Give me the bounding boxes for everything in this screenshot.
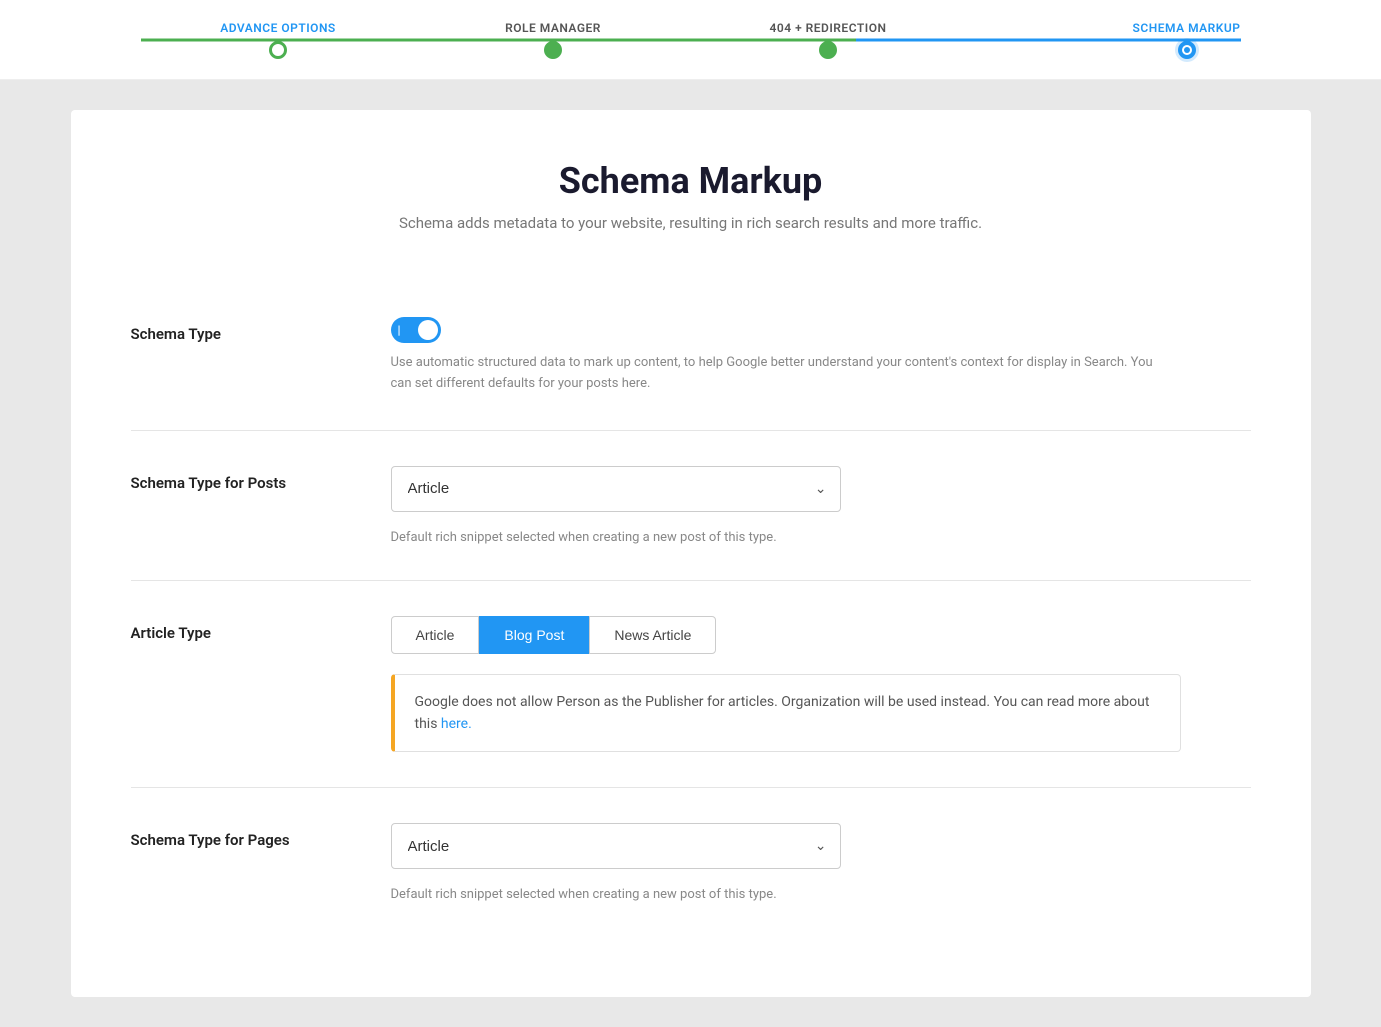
article-type-newsarticle-btn[interactable]: News Article [589,616,716,654]
step-dot-advance-options [269,41,287,59]
article-type-blogpost-btn[interactable]: Blog Post [479,616,589,654]
schema-type-row: Schema Type | Use automatic structured d… [131,282,1251,431]
step-label-schema-markup: SCHEMA MARKUP [1133,21,1241,35]
wizard-step-role-manager[interactable]: ROLE MANAGER [416,21,691,59]
schema-type-posts-control: Article Blog Post News Article Book Cour… [391,466,1251,545]
step-label-role-manager: ROLE MANAGER [505,21,601,35]
schema-type-control: | Use automatic structured data to mark … [391,317,1251,395]
schema-type-posts-helper: Default rich snippet selected when creat… [391,530,1251,545]
schema-type-pages-select[interactable]: Article Blog Post News Article Book Cour… [391,823,841,869]
toggle-track: | [391,317,441,343]
article-type-row: Article Type Article Blog Post News Arti… [131,581,1251,789]
article-type-label: Article Type [131,616,391,642]
schema-type-posts-row: Schema Type for Posts Article Blog Post … [131,431,1251,581]
wizard-step-advance-options[interactable]: ADVANCE OPTIONS [141,21,416,59]
schema-type-pages-select-wrapper: Article Blog Post News Article Book Cour… [391,823,841,869]
toggle-helper-text: Use automatic structured data to mark up… [391,353,1171,395]
schema-type-pages-helper: Default rich snippet selected when creat… [391,887,1251,902]
schema-type-pages-control: Article Blog Post News Article Book Cour… [391,823,1251,902]
schema-type-pages-label: Schema Type for Pages [131,823,391,849]
schema-type-label: Schema Type [131,317,391,343]
article-type-control: Article Blog Post News Article Google do… [391,616,1251,753]
warning-link[interactable]: here. [441,716,472,732]
page-subtitle: Schema adds metadata to your website, re… [131,214,1251,232]
article-type-btn-group: Article Blog Post News Article [391,616,1251,654]
step-label-advance-options: ADVANCE OPTIONS [220,21,336,35]
step-dot-schema-markup [1178,41,1196,59]
toggle-thumb [418,320,438,340]
schema-type-toggle[interactable]: | [391,317,1251,343]
article-type-article-btn[interactable]: Article [391,616,480,654]
step-dot-role-manager [544,41,562,59]
toggle-wrapper: | Use automatic structured data to mark … [391,317,1251,395]
article-type-warning-box: Google does not allow Person as the Publ… [391,674,1181,753]
wizard-step-schema-markup[interactable]: SCHEMA MARKUP [966,21,1241,59]
toggle-icon: | [398,323,401,337]
step-label-redirection: 404 + REDIRECTION [770,21,887,35]
schema-type-posts-label: Schema Type for Posts [131,466,391,492]
schema-type-posts-select-wrapper: Article Blog Post News Article Book Cour… [391,466,841,512]
warning-text: Google does not allow Person as the Publ… [415,694,1150,732]
wizard-step-redirection[interactable]: 404 + REDIRECTION [691,21,966,59]
wizard-nav: ADVANCE OPTIONS ROLE MANAGER 404 + REDIR… [0,0,1381,80]
step-dot-redirection [819,41,837,59]
schema-type-posts-select[interactable]: Article Blog Post News Article Book Cour… [391,466,841,512]
page-title: Schema Markup [131,160,1251,202]
wizard-track: ADVANCE OPTIONS ROLE MANAGER 404 + REDIR… [141,21,1241,59]
main-content: Schema Markup Schema adds metadata to yo… [71,110,1311,997]
schema-type-pages-row: Schema Type for Pages Article Blog Post … [131,788,1251,937]
